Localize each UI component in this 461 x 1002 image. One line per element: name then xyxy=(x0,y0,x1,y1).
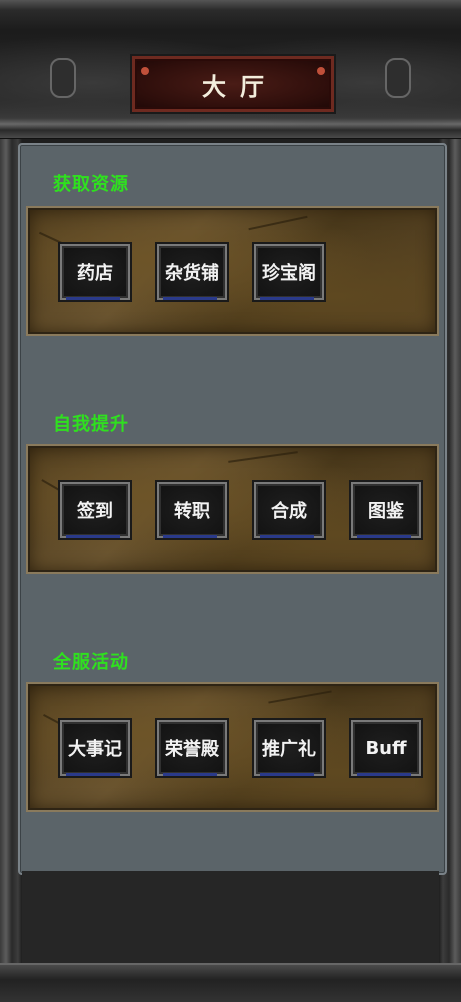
buff-label: Buff xyxy=(365,737,407,759)
left-ornament-icon xyxy=(50,58,76,98)
treasure-pavilion-label: 珍宝阁 xyxy=(262,263,316,284)
section-title-resources: 获取资源 xyxy=(53,174,129,195)
grocery-label: 杂货铺 xyxy=(165,263,219,284)
referral-gift-label: 推广礼 xyxy=(262,739,316,760)
server-events-board: 大事记 荣誉殿 推广礼 Buff xyxy=(26,682,439,812)
sign-in-button[interactable]: 签到 xyxy=(60,482,130,538)
synthesis-button[interactable]: 合成 xyxy=(254,482,324,538)
bottom-bar xyxy=(0,963,461,1002)
title-plate: 大厅 xyxy=(132,56,334,112)
referral-gift-button[interactable]: 推广礼 xyxy=(254,720,324,776)
bottom-area xyxy=(22,871,439,963)
pharmacy-button[interactable]: 药店 xyxy=(60,244,130,300)
hall-of-honor-button[interactable]: 荣誉殿 xyxy=(157,720,227,776)
chronicle-label: 大事记 xyxy=(68,739,122,760)
plate-pin-icon xyxy=(141,67,149,75)
job-change-label: 转职 xyxy=(174,501,210,522)
plate-pin-icon xyxy=(317,67,325,75)
treasure-pavilion-button[interactable]: 珍宝阁 xyxy=(254,244,324,300)
page-title: 大厅 xyxy=(202,72,278,101)
right-ornament-icon xyxy=(385,58,411,98)
codex-button[interactable]: 图鉴 xyxy=(351,482,421,538)
pharmacy-label: 药店 xyxy=(77,263,113,284)
job-change-button[interactable]: 转职 xyxy=(157,482,227,538)
section-title-self-improvement: 自我提升 xyxy=(53,414,129,435)
grocery-button[interactable]: 杂货铺 xyxy=(157,244,227,300)
chronicle-button[interactable]: 大事记 xyxy=(60,720,130,776)
hall-of-honor-label: 荣誉殿 xyxy=(165,739,219,760)
synthesis-label: 合成 xyxy=(271,501,307,522)
resources-board: 药店 杂货铺 珍宝阁 xyxy=(26,206,439,336)
section-title-server-events: 全服活动 xyxy=(53,652,129,673)
buff-button[interactable]: Buff xyxy=(351,720,421,776)
self-improvement-board: 签到 转职 合成 图鉴 xyxy=(26,444,439,574)
sign-in-label: 签到 xyxy=(77,501,113,522)
codex-label: 图鉴 xyxy=(368,501,404,522)
top-bar: 大厅 xyxy=(0,0,461,139)
